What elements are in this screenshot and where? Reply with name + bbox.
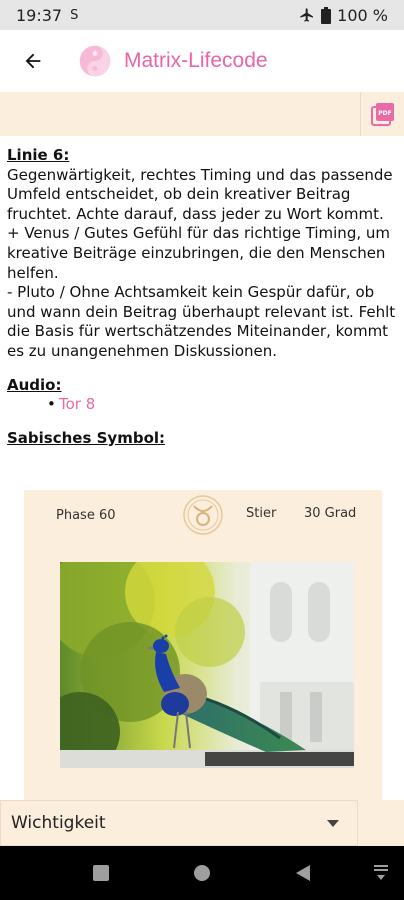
- venus-text: + Venus / Gutes Gefühl für das richtige …: [7, 224, 390, 282]
- keyboard-hide-icon[interactable]: [372, 864, 390, 882]
- airplane-icon: [300, 8, 314, 22]
- taurus-icon: [183, 495, 223, 535]
- degree-label: 30 Grad: [304, 506, 357, 521]
- dropdown-arrow-icon: [327, 820, 339, 827]
- sim-icon: S: [70, 7, 79, 23]
- audio-link[interactable]: Tor 8: [59, 395, 95, 413]
- pluto-text: - Pluto / Ohne Achtsamkeit kein Gespür d…: [7, 283, 396, 360]
- recents-button[interactable]: [92, 864, 110, 882]
- app-title: Matrix-Lifecode: [124, 49, 268, 72]
- status-time: 19:37: [16, 5, 63, 25]
- toolbar-strip: PDF: [0, 92, 404, 136]
- pdf-icon: PDF: [370, 103, 394, 126]
- line6-text: Gegenwärtigkeit, rechtes Timing und das …: [7, 165, 393, 223]
- back-button[interactable]: [16, 44, 50, 78]
- bottom-bar: Wichtigkeit: [0, 800, 404, 846]
- sabian-symbol-heading: Sabisches Symbol:: [7, 428, 166, 447]
- arrow-back-icon: [25, 53, 41, 69]
- importance-dropdown[interactable]: Wichtigkeit: [0, 800, 358, 846]
- battery-icon: [321, 6, 332, 24]
- audio-heading: Audio:: [7, 375, 62, 394]
- content-area: Linie 6: Gegenwärtigkeit, rechtes Timing…: [7, 146, 399, 448]
- home-button[interactable]: [193, 864, 211, 882]
- back-nav-button[interactable]: [294, 864, 312, 882]
- line6-heading: Linie 6:: [7, 146, 70, 164]
- peacock-image: [60, 562, 354, 768]
- battery-level: 100 %: [337, 5, 388, 25]
- dropdown-value: Wichtigkeit: [11, 813, 106, 833]
- svg-text:PDF: PDF: [378, 110, 391, 117]
- sabian-symbol-card: Phase 60 Stier 30 Grad: [24, 490, 382, 800]
- pdf-button[interactable]: PDF: [360, 92, 404, 136]
- app-logo: [79, 45, 111, 77]
- status-bar: 19:37 S 100 %: [0, 0, 404, 30]
- zodiac-label: Stier: [246, 506, 277, 521]
- app-bar: Matrix-Lifecode: [0, 30, 404, 92]
- phase-label: Phase 60: [56, 508, 116, 523]
- audio-bullet: •: [47, 395, 56, 414]
- audio-list: • Tor 8: [7, 395, 399, 415]
- system-nav-bar: [0, 846, 404, 900]
